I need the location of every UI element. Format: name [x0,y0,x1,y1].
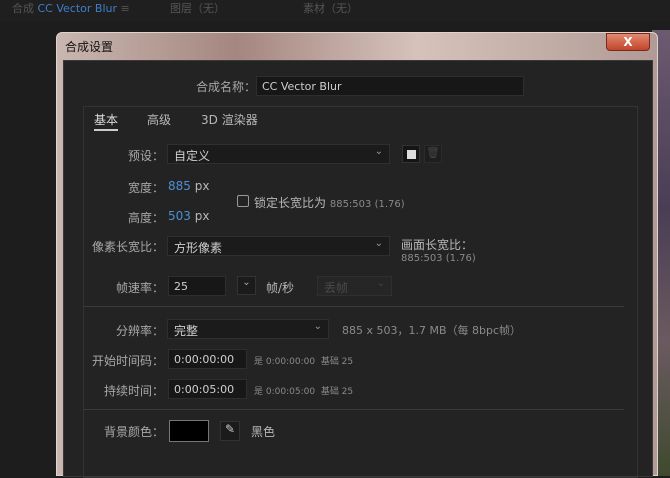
par-label: 像素长宽比： [91,240,164,254]
is-prefix: 是 [254,387,264,397]
dialog-title: 合成设置 [65,40,114,54]
menu-icon[interactable]: ≡ [121,2,130,15]
lock-aspect-label: 锁定长宽比为 885:503 (1.76) [254,194,405,211]
width-value[interactable]: 885 [168,179,191,193]
trash-icon: 🗑 [426,146,440,159]
divider [84,306,624,307]
base-label: 基础 25 [320,387,354,397]
drop-frame-value: 丢帧 [324,281,349,295]
is-prefix: 是 [254,357,264,367]
eyedropper-button[interactable]: ✎ [220,421,240,441]
save-preset-button[interactable] [402,145,420,163]
fps-unit: 帧/秒 [266,281,295,295]
tab-basic[interactable]: 基本 [94,111,119,131]
frame-aspect-value: 885:503 (1.76) [401,253,476,264]
bg-color-name: 黑色 [251,425,276,439]
duration-label: 持续时间： [103,384,164,398]
chevron-down-icon: ⌄ [313,321,322,332]
preset-value: 自定义 [174,149,211,163]
par-value: 方形像素 [174,241,223,255]
chevron-down-icon: ⌄ [374,146,383,157]
duration-input[interactable]: 0:00:05:00 [168,379,247,399]
frame-aspect-label: 画面长宽比： [401,238,474,252]
chevron-down-icon: ⌄ [374,238,383,249]
name-label: 合成名称： [195,80,256,94]
start-info-value: 0:00:00:00 [265,357,316,367]
resolution-label: 分辨率： [115,324,164,338]
composition-settings-dialog: 合成设置 X 合成名称： CC Vector Blur 基本 高级 3D 渲染器… [56,32,658,478]
tab-prefix: 合成 [12,2,34,15]
fps-dropdown-button[interactable]: ⌄ [237,276,256,295]
delete-preset-button[interactable]: 🗑 [424,145,442,163]
preset-select[interactable]: 自定义 ⌄ [167,144,390,164]
height-unit: px [194,209,210,223]
dialog-body: 合成名称： CC Vector Blur 基本 高级 3D 渲染器 预设： 自定… [63,60,653,478]
pixel-aspect-select[interactable]: 方形像素 ⌄ [167,236,390,256]
lock-label-text: 锁定长宽比为 [254,196,327,210]
height-label: 高度： [127,211,164,225]
save-icon [407,150,416,159]
drop-frame-select[interactable]: 丢帧 ⌄ [317,276,392,296]
eyedropper-icon: ✎ [224,422,236,436]
start-timecode-info: 是 0:00:00:00 基础 25 [254,354,353,367]
comp-name: CC Vector Blur [37,2,118,15]
width-label: 宽度： [127,181,164,195]
tab-3d-renderer[interactable]: 3D 渲染器 [201,111,258,128]
base-label: 基础 25 [320,357,354,367]
panel-tabs-bar: 合成 CC Vector Blur ≡ 图层（无） 素材（无） [0,0,670,22]
resolution-info: 885 x 503，1.7 MB（每 8bpc帧） [342,324,522,337]
chevron-down-icon: ⌄ [376,278,385,289]
preset-label: 预设： [127,149,164,163]
width-unit: px [194,179,210,193]
bg-color-label: 背景颜色： [103,425,164,439]
tab-composition[interactable]: 合成 CC Vector Blur ≡ [12,0,130,16]
bg-color-swatch[interactable] [169,420,209,442]
chevron-down-icon: ⌄ [242,277,251,288]
lock-ratio: 885:503 (1.76) [329,199,405,210]
comp-name-input[interactable]: CC Vector Blur [256,76,524,96]
fps-input[interactable]: 25 [168,276,226,296]
tab-advanced[interactable]: 高级 [147,111,171,128]
height-value[interactable]: 503 [168,209,191,223]
tab-footage[interactable]: 素材（无） [303,0,358,16]
resolution-select[interactable]: 完整 ⌄ [167,319,329,339]
duration-info-value: 0:00:05:00 [265,387,316,397]
start-timecode-input[interactable]: 0:00:00:00 [168,349,247,369]
tab-layer[interactable]: 图层（无） [170,0,225,16]
fps-label: 帧速率： [115,281,164,295]
close-button[interactable]: X [606,33,650,51]
duration-info: 是 0:00:05:00 基础 25 [254,384,353,397]
lock-aspect-checkbox[interactable] [237,195,249,207]
settings-group: 基本 高级 3D 渲染器 预设： 自定义 ⌄ 🗑 宽度： 885 px 高度： 5… [83,106,638,478]
divider [84,409,624,410]
start-timecode-label: 开始时间码： [91,354,164,368]
resolution-value: 完整 [174,324,199,338]
